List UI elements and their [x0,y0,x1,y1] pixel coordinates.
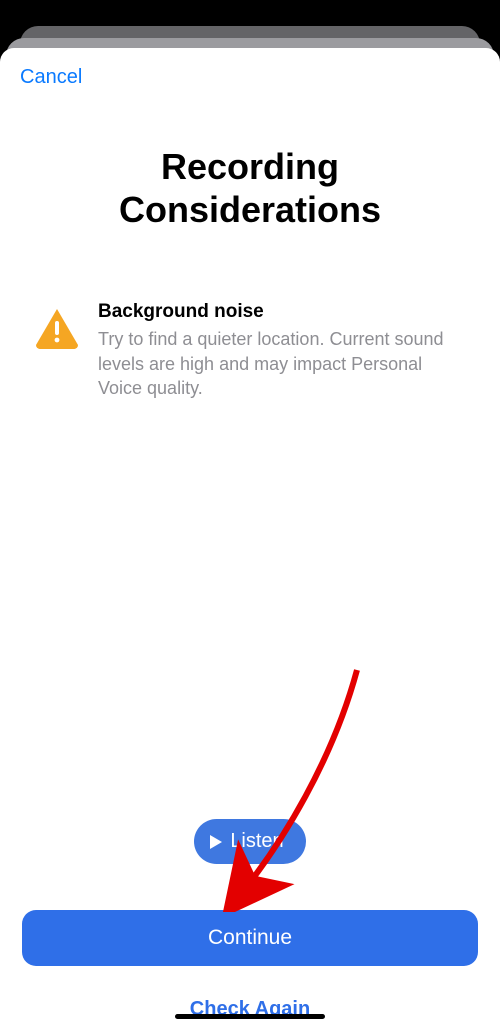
page-title: Recording Considerations [0,145,500,231]
play-icon [210,835,222,849]
modal-sheet: Cancel Recording Considerations Backgrou… [0,48,500,1031]
warning-triangle-icon [34,307,80,354]
listen-button[interactable]: Listen [194,819,305,864]
continue-button[interactable]: Continue [22,910,478,966]
cancel-button[interactable]: Cancel [20,66,82,89]
notice-body: Try to find a quieter location. Current … [98,327,466,400]
notice-text: Background noise Try to find a quieter l… [98,301,466,400]
listen-label: Listen [230,830,283,853]
navbar: Cancel [0,48,500,89]
notice-heading: Background noise [98,301,466,323]
notice-row: Background noise Try to find a quieter l… [0,301,500,400]
home-indicator [175,1014,325,1019]
check-again-button[interactable]: Check Again [0,992,500,1031]
